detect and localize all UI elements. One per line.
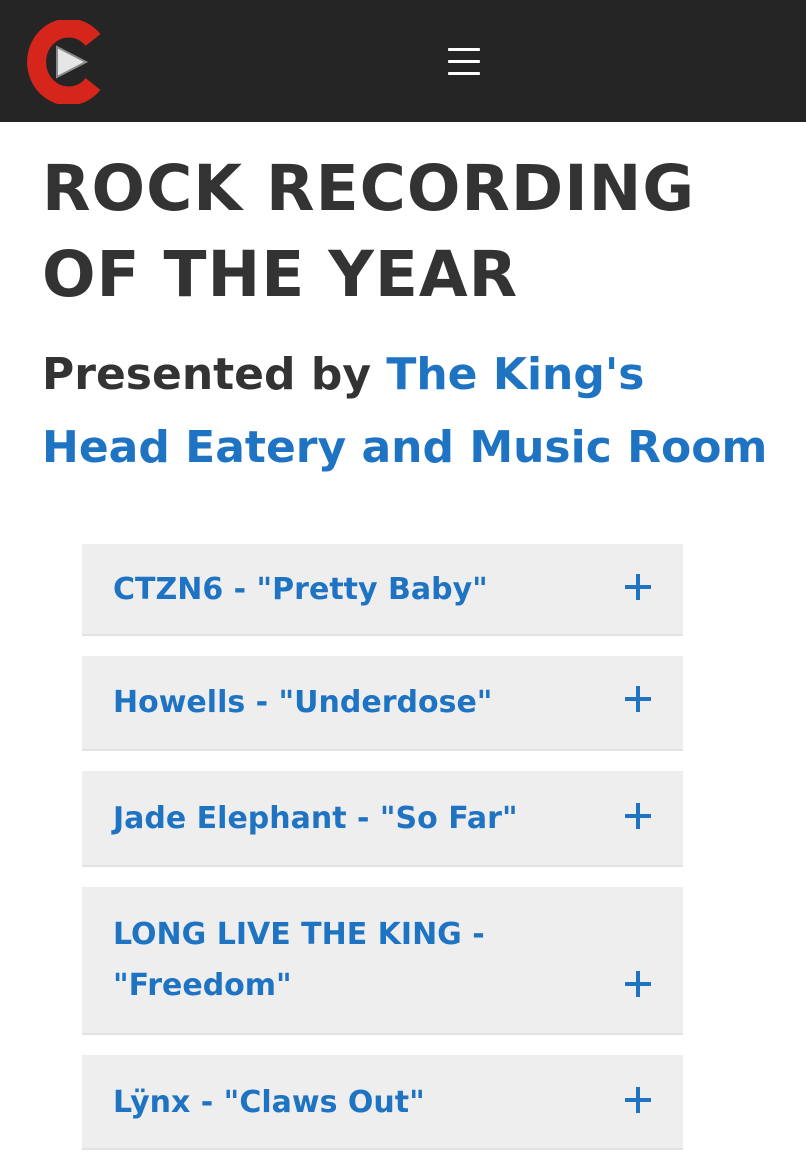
site-header bbox=[0, 0, 806, 122]
presented-by: Presented by The King's Head Eatery and … bbox=[42, 338, 782, 484]
accordion-item[interactable]: CTZN6 - "Pretty Baby" bbox=[82, 544, 683, 636]
accordion-item-label: Jade Elephant - "So Far" bbox=[113, 801, 518, 836]
accordion-item[interactable]: Lÿnx - "Claws Out" bbox=[82, 1055, 683, 1150]
nominee-accordion: CTZN6 - "Pretty Baby" Howells - "Underdo… bbox=[82, 544, 683, 1170]
plus-icon bbox=[625, 574, 651, 600]
plus-icon bbox=[625, 971, 651, 997]
menu-bar-bottom bbox=[448, 72, 480, 75]
plus-icon bbox=[625, 803, 651, 829]
plus-icon bbox=[625, 686, 651, 712]
play-logo-icon bbox=[27, 18, 101, 106]
accordion-item[interactable]: Jade Elephant - "So Far" bbox=[82, 771, 683, 867]
menu-bar-top bbox=[448, 48, 480, 51]
menu-bar-middle bbox=[448, 60, 480, 63]
accordion-item-label: LONG LIVE THE KING - "Freedom" bbox=[113, 917, 485, 1003]
site-logo[interactable] bbox=[22, 18, 102, 106]
accordion-item[interactable]: Howells - "Underdose" bbox=[82, 656, 683, 751]
page-title: ROCK RECORDING OF THE YEAR bbox=[42, 152, 696, 311]
plus-icon bbox=[625, 1087, 651, 1113]
presented-prefix: Presented by bbox=[42, 349, 387, 400]
hamburger-menu-button[interactable] bbox=[440, 44, 488, 80]
accordion-item-label: CTZN6 - "Pretty Baby" bbox=[113, 572, 488, 607]
accordion-item[interactable]: LONG LIVE THE KING - "Freedom" bbox=[82, 887, 683, 1035]
accordion-item-label: Lÿnx - "Claws Out" bbox=[113, 1085, 425, 1120]
accordion-item-label: Howells - "Underdose" bbox=[113, 685, 493, 720]
